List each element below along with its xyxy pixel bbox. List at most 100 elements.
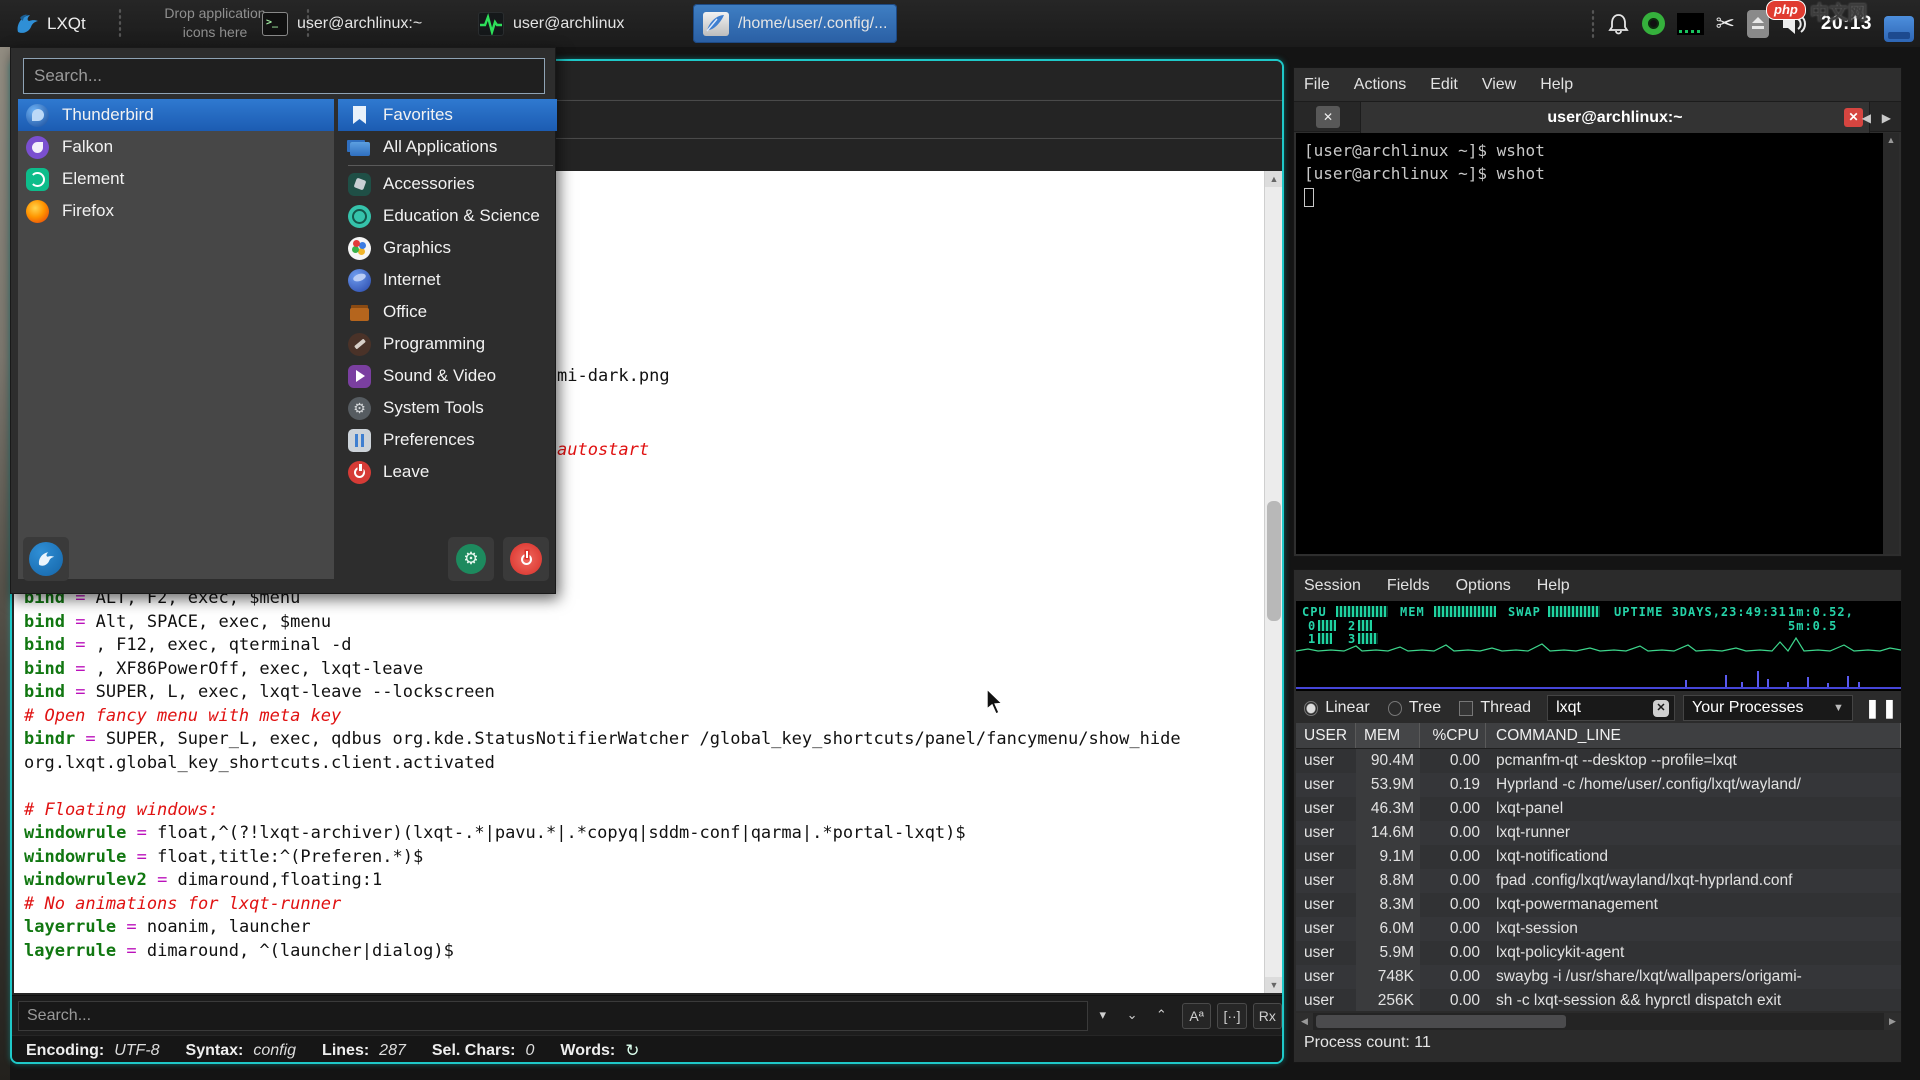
col-command-line[interactable]: COMMAND_LINE [1486,723,1901,748]
editor-search-input[interactable] [18,1001,1088,1031]
tab-scroll-left-icon[interactable]: ◀ [1862,111,1871,125]
terminal-tab[interactable]: user@archlinux:~ ✕ [1360,102,1870,133]
category-accessories[interactable]: Accessories [338,168,557,200]
thunderbird-icon [26,104,49,127]
col-user[interactable]: USER [1296,723,1356,748]
menu-fields[interactable]: Fields [1387,577,1430,595]
match-case-button[interactable]: Aª [1182,1003,1211,1029]
taskbar-item-featherpad[interactable]: /home/user/.config/... [693,4,897,43]
scroll-right-icon[interactable]: ▶ [1884,1013,1901,1030]
process-row[interactable]: user9.1M0.00lxqt-notificationd [1296,845,1901,869]
menu-help[interactable]: Help [1540,76,1573,94]
category-education-science[interactable]: Education & Science [338,200,557,232]
about-lxqt-button[interactable] [23,537,69,581]
editor-scrollbar[interactable]: ▲ ▼ [1264,171,1282,993]
scroll-up-icon[interactable]: ▲ [1883,133,1899,147]
menu-file[interactable]: File [1304,76,1330,94]
process-table[interactable]: USER MEM ▼ %CPU COMMAND_LINE user90.4M0.… [1296,723,1901,1011]
menu-item-element[interactable]: Element [18,163,334,195]
whole-word-button[interactable]: [··] [1217,1003,1246,1029]
tab-title: user@archlinux:~ [1547,109,1682,127]
linear-radio[interactable] [1304,701,1318,716]
process-row[interactable]: user256K0.00sh -c lxqt-session && hyprct… [1296,989,1901,1011]
process-scope-dropdown[interactable]: Your Processes ▼ [1683,695,1853,721]
menu-actions[interactable]: Actions [1354,76,1406,94]
clock[interactable]: 20:13 [1821,13,1872,35]
taskbar-item-terminal[interactable]: >_ user@archlinux:~ [252,4,432,43]
scrollbar-thumb[interactable] [1316,1015,1566,1028]
clear-filter-icon[interactable]: ✕ [1653,700,1669,717]
search-next-icon[interactable]: ⌄ [1117,1003,1146,1029]
qps-window: Session Fields Options Help CPU MEM SWAP… [1293,569,1902,1063]
menu-search-input[interactable] [23,58,545,94]
resource-monitor-icon[interactable] [1642,12,1665,35]
screenshot-scissors-icon[interactable]: ✂ [1716,10,1735,37]
category-leave[interactable]: Leave [338,456,557,488]
scroll-down-icon[interactable]: ▼ [1265,977,1283,993]
category-programming[interactable]: Programming [338,328,557,360]
sound-video-icon [348,365,371,388]
tree-radio[interactable] [1388,701,1402,716]
internet-icon [348,269,371,292]
thread-checkbox[interactable] [1459,701,1473,716]
process-row[interactable]: user748K0.00swaybg -i /usr/share/lxqt/wa… [1296,965,1901,989]
category-internet[interactable]: Internet [338,264,557,296]
cpu-graph-icon[interactable] [1677,13,1704,35]
pause-button[interactable]: ❚❚ [1865,698,1899,719]
table-header-row[interactable]: USER MEM ▼ %CPU COMMAND_LINE [1296,723,1901,749]
sel-chars-value: 0 [525,1042,534,1060]
menu-options[interactable]: Options [1456,577,1511,595]
regex-button[interactable]: Rx [1253,1003,1282,1029]
leave-button[interactable] [503,537,549,581]
notifications-bell-icon[interactable] [1607,12,1630,36]
process-row[interactable]: user8.8M0.00fpad .config/lxqt/wayland/lx… [1296,869,1901,893]
process-row[interactable]: user8.3M0.00lxqt-powermanagement [1296,893,1901,917]
scrollbar-thumb[interactable] [1267,501,1281,621]
category-system-tools[interactable]: System Tools [338,392,557,424]
terminal-scrollbar[interactable]: ▲ [1883,133,1899,554]
keyboard-layout-icon[interactable] [1884,16,1914,42]
leave-power-icon [348,461,371,484]
scroll-up-icon[interactable]: ▲ [1265,171,1283,187]
menu-session[interactable]: Session [1304,577,1361,595]
configure-menu-button[interactable]: ⚙ [448,537,494,581]
system-tray: ✂ 20:13 [1591,0,1920,47]
category-office[interactable]: Office [338,296,557,328]
process-row[interactable]: user90.4M0.00pcmanfm-qt --desktop --prof… [1296,749,1901,773]
removable-media-eject-icon[interactable] [1747,10,1769,38]
scroll-left-icon[interactable]: ◀ [1296,1013,1313,1030]
category-preferences[interactable]: Preferences [338,424,557,456]
process-row[interactable]: user53.9M0.19Hyprland -c /home/user/.con… [1296,773,1901,797]
search-history-dropdown-icon[interactable]: ▾ [1088,1003,1117,1029]
category-favorites[interactable]: Favorites [338,99,557,131]
firefox-icon [26,200,49,223]
category-sound-video[interactable]: Sound & Video [338,360,557,392]
menu-edit[interactable]: Edit [1430,76,1458,94]
menu-item-falkon[interactable]: Falkon [18,131,334,163]
search-prev-icon[interactable]: ⌃ [1147,1003,1176,1029]
close-tab-button[interactable]: ✕ [1316,106,1340,128]
qps-horizontal-scrollbar[interactable]: ◀ ▶ [1296,1013,1901,1030]
taskbar-item-qps[interactable]: user@archlinux [468,4,634,43]
col-mem[interactable]: MEM ▼ [1356,723,1420,748]
bookmark-icon [348,104,371,127]
tab-scroll-right-icon[interactable]: ▶ [1882,111,1891,125]
menu-item-thunderbird[interactable]: Thunderbird [18,99,334,131]
category-all-applications[interactable]: All Applications [338,131,557,163]
preferences-icon [348,429,371,452]
menu-help[interactable]: Help [1537,577,1570,595]
process-row[interactable]: user14.6M0.00lxqt-runner [1296,821,1901,845]
refresh-words-icon[interactable]: ↻ [625,1041,639,1061]
process-row[interactable]: user6.0M0.00lxqt-session [1296,917,1901,941]
menu-view[interactable]: View [1482,76,1516,94]
process-row[interactable]: user5.9M0.00lxqt-policykit-agent [1296,941,1901,965]
category-graphics[interactable]: Graphics [338,232,557,264]
process-row[interactable]: user46.3M0.00lxqt-panel [1296,797,1901,821]
menu-bottom-bar: ⚙ [11,579,555,594]
menu-item-firefox[interactable]: Firefox [18,195,334,227]
volume-speaker-icon[interactable] [1781,11,1809,37]
tab-close-icon[interactable]: ✕ [1844,108,1863,127]
terminal-output[interactable]: [user@archlinux ~]$ wshot [user@archlinu… [1296,133,1883,554]
col-cpu[interactable]: %CPU [1420,723,1486,748]
app-menu-button[interactable]: LXQt [6,0,94,47]
